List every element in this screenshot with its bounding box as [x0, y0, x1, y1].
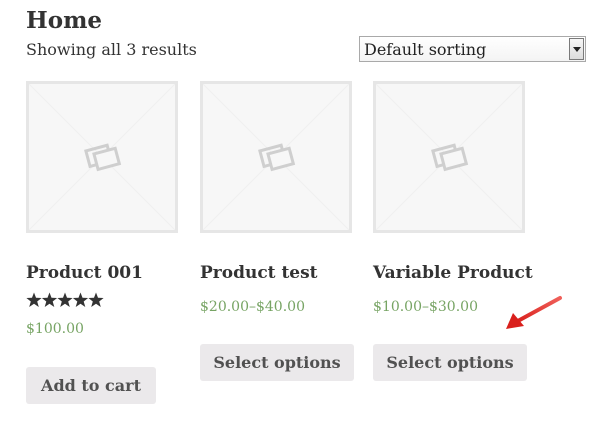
product-price: $100.00 [26, 321, 84, 337]
star-icon [88, 292, 104, 307]
star-icon [41, 292, 58, 307]
product-image[interactable] [373, 81, 525, 233]
add-to-cart-button[interactable]: Add to cart [26, 367, 156, 404]
product-title[interactable]: Product 001 [26, 263, 143, 283]
product-title[interactable]: Product test [200, 263, 318, 283]
star-icon [57, 292, 73, 307]
select-options-button[interactable]: Select options [200, 344, 354, 381]
product-card: Variable Product $10.00–$30.00 Select op… [373, 81, 533, 381]
product-price: $20.00–$40.00 [200, 299, 305, 315]
star-icon [72, 292, 89, 307]
placeholder-image-icon [376, 84, 522, 230]
placeholder-image-icon [29, 84, 175, 230]
product-title[interactable]: Variable Product [373, 263, 533, 283]
result-count: Showing all 3 results [26, 40, 197, 59]
page-title: Home [26, 7, 103, 34]
product-price: $10.00–$30.00 [373, 299, 478, 315]
select-options-button[interactable]: Select options [373, 344, 527, 381]
sorting-select[interactable]: Default sorting [359, 36, 586, 62]
chevron-down-icon[interactable] [569, 38, 584, 60]
product-card: Product test $20.00–$40.00 Select option… [200, 81, 354, 381]
product-image[interactable] [200, 81, 352, 233]
star-icon [26, 292, 42, 307]
product-card: Product 001 $100.00 Add to cart [26, 81, 179, 404]
star-rating [26, 292, 104, 308]
product-image[interactable] [26, 81, 178, 233]
sorting-selected-value: Default sorting [364, 40, 487, 59]
placeholder-image-icon [203, 84, 349, 230]
annotation-arrow-icon [506, 296, 562, 329]
